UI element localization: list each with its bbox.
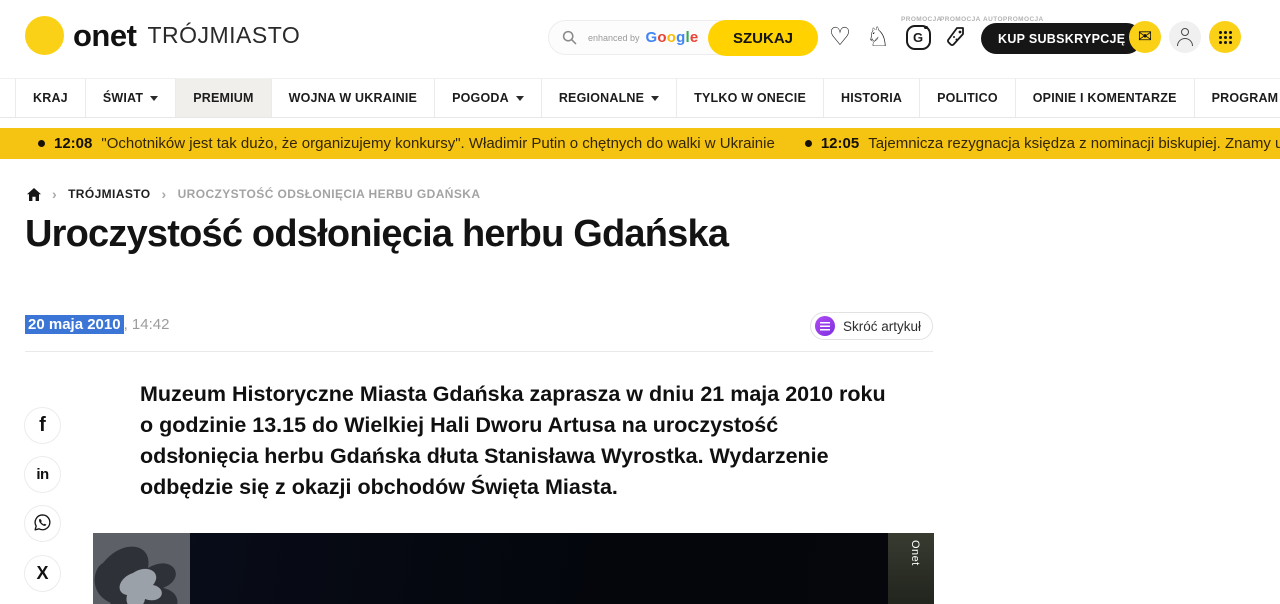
- nav-item-premium[interactable]: PREMIUM: [175, 79, 270, 117]
- onet-article-page: onet TRÓJMIASTO enhanced by Google SZUKA…: [0, 0, 1280, 604]
- nav-item-tylko-w-onecie[interactable]: TYLKO W ONECIE: [676, 79, 823, 117]
- onet-logo-circle-icon: [25, 16, 64, 55]
- nav-item-opinie-i-komentarze[interactable]: OPINIE I KOMENTARZE: [1015, 79, 1194, 117]
- nav-item-program-tv[interactable]: PROGRAM TV: [1194, 79, 1280, 117]
- onet-watermark: Onet: [909, 540, 921, 566]
- nav-item-pogoda[interactable]: POGODA: [434, 79, 541, 117]
- share-x-button[interactable]: X: [24, 555, 61, 592]
- apps-grid-icon[interactable]: [1209, 21, 1241, 53]
- chess-knight-icon[interactable]: ♘: [864, 22, 892, 52]
- article-date-row: 20 maja 2010, 14:42: [25, 316, 169, 333]
- summarize-article-button[interactable]: Skróć artykuł: [810, 312, 933, 340]
- whatsapp-icon: [33, 513, 52, 535]
- nav-item-wojna-w-ukrainie[interactable]: WOJNA W UKRAINIE: [271, 79, 434, 117]
- onet-logo-brand: onet: [73, 18, 136, 54]
- nav-item-swiat[interactable]: ŚWIAT: [85, 79, 175, 117]
- nav-item-kraj[interactable]: KRAJ: [15, 79, 85, 117]
- search-button[interactable]: SZUKAJ: [708, 20, 818, 56]
- divider: [25, 351, 933, 352]
- breadcrumb-section[interactable]: TRÓJMIASTO: [68, 187, 150, 201]
- share-linkedin-button[interactable]: in: [24, 456, 61, 493]
- article-time: , 14:42: [124, 316, 170, 333]
- share-facebook-button[interactable]: f: [24, 407, 61, 444]
- article-image: Onet: [93, 533, 934, 604]
- main-nav: KRAJ ŚWIAT PREMIUM WOJNA W UKRAINIE POGO…: [0, 78, 1280, 118]
- ticker-bullet-icon: [805, 140, 812, 147]
- ticker-item[interactable]: 12:08 "Ochotników jest tak dużo, że orga…: [38, 135, 775, 152]
- home-icon[interactable]: [27, 188, 41, 201]
- site-header: onet TRÓJMIASTO enhanced by Google SZUKA…: [0, 0, 1280, 78]
- search-icon: [562, 30, 577, 45]
- facebook-icon: f: [39, 414, 46, 437]
- ticker-time: 12:08: [54, 135, 92, 152]
- summarize-label: Skróć artykuł: [843, 319, 921, 334]
- ticker-item[interactable]: 12:05 Tajemnicza rezygnacja księdza z no…: [805, 135, 1280, 152]
- breadcrumb-separator: ›: [162, 186, 167, 202]
- buy-subscription-button[interactable]: KUP SUBSKRYPCJĘ: [981, 23, 1142, 54]
- favorites-heart-icon[interactable]: ♡: [826, 22, 854, 52]
- live-news-ticker: 12:08 "Ochotników jest tak dużo, że orga…: [0, 128, 1280, 159]
- ticker-time: 12:05: [821, 135, 859, 152]
- x-icon: X: [36, 563, 48, 584]
- breadcrumb-current: UROCZYSTOŚĆ ODSŁONIĘCIA HERBU GDAŃSKA: [178, 187, 481, 201]
- chevron-down-icon: [651, 96, 659, 101]
- user-account-icon[interactable]: [1169, 21, 1201, 53]
- breadcrumb-separator: ›: [52, 186, 57, 202]
- mail-icon[interactable]: ✉: [1129, 21, 1161, 53]
- site-section-name: TRÓJMIASTO: [147, 22, 300, 49]
- nav-item-historia[interactable]: HISTORIA: [823, 79, 919, 117]
- article-lead: Muzeum Historyczne Miasta Gdańska zapras…: [140, 379, 902, 503]
- search-bar[interactable]: enhanced by Google SZUKAJ: [548, 20, 818, 55]
- nav-item-politico[interactable]: POLITICO: [919, 79, 1015, 117]
- google-logo: Google: [646, 29, 699, 46]
- promo-g-icon[interactable]: G: [904, 22, 932, 52]
- chevron-down-icon: [150, 96, 158, 101]
- autopromo-label: AUTOPROMOCJA: [983, 16, 1044, 23]
- promo-tag-icon[interactable]: [942, 22, 970, 52]
- article-date-selected: 20 maja 2010: [25, 315, 124, 334]
- nav-item-regionalne[interactable]: REGIONALNE: [541, 79, 676, 117]
- breadcrumb: › TRÓJMIASTO › UROCZYSTOŚĆ ODSŁONIĘCIA H…: [27, 186, 480, 202]
- page-title: Uroczystość odsłonięcia herbu Gdańska: [25, 213, 728, 256]
- ticker-headline: Tajemnicza rezygnacja księdza z nominacj…: [868, 135, 1280, 152]
- share-whatsapp-button[interactable]: [24, 505, 61, 542]
- carved-ornament-image: [93, 533, 190, 604]
- linkedin-icon: in: [36, 466, 48, 483]
- ticker-headline: "Ochotników jest tak dużo, że organizuje…: [101, 135, 774, 152]
- enhanced-by-label: enhanced by: [588, 33, 640, 43]
- ai-summary-icon: [815, 316, 835, 336]
- chevron-down-icon: [516, 96, 524, 101]
- ticker-bullet-icon: [38, 140, 45, 147]
- onet-logo[interactable]: onet TRÓJMIASTO: [25, 16, 300, 55]
